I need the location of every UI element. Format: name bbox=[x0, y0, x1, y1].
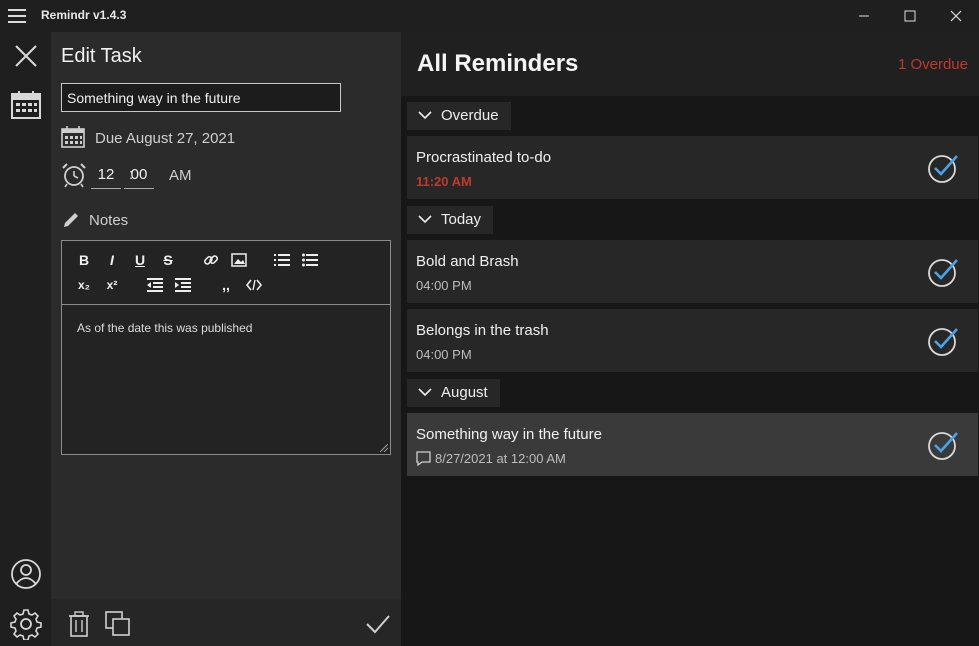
resize-handle-icon[interactable] bbox=[380, 444, 388, 452]
minimize-icon bbox=[859, 15, 869, 17]
notes-header: Notes bbox=[61, 210, 261, 232]
gear-icon bbox=[10, 609, 42, 641]
edit-footer bbox=[51, 599, 401, 646]
chevron-down-icon bbox=[418, 111, 432, 120]
chevron-down-icon bbox=[418, 388, 432, 397]
blockquote-button[interactable]: ,, bbox=[216, 275, 236, 295]
maximize-icon bbox=[904, 10, 916, 22]
notes-label: Notes bbox=[89, 212, 129, 229]
edit-task-heading: Edit Task bbox=[61, 45, 142, 67]
user-icon bbox=[11, 559, 41, 589]
reminder-card[interactable]: Belongs in the trash 04:00 PM bbox=[407, 309, 978, 372]
reminder-time: 8/27/2021 at 12:00 AM bbox=[435, 451, 566, 466]
reminder-time: 04:00 PM bbox=[416, 347, 472, 362]
trash-icon bbox=[69, 611, 89, 637]
close-edit-button[interactable] bbox=[10, 40, 42, 72]
ordered-list-icon bbox=[274, 254, 290, 266]
reminder-card-selected[interactable]: Something way in the future 8/27/2021 at… bbox=[407, 413, 978, 476]
underline-button[interactable]: U bbox=[130, 250, 150, 270]
delete-button[interactable] bbox=[66, 611, 92, 637]
copy-icon bbox=[105, 611, 130, 636]
link-icon bbox=[203, 255, 219, 265]
duplicate-button[interactable] bbox=[105, 611, 131, 637]
account-button[interactable] bbox=[10, 558, 42, 590]
check-circle-icon[interactable] bbox=[927, 152, 959, 184]
calendar-icon bbox=[61, 126, 85, 148]
bullet-list-button[interactable] bbox=[300, 250, 320, 270]
nav-rail bbox=[0, 32, 51, 646]
subscript-button[interactable]: x₂ bbox=[74, 275, 94, 295]
note-icon bbox=[416, 451, 431, 466]
code-block-button[interactable] bbox=[244, 275, 264, 295]
check-circle-icon[interactable] bbox=[927, 325, 959, 357]
list-header: All Reminders 1 Overdue bbox=[401, 32, 979, 96]
ampm-toggle[interactable]: AM bbox=[169, 167, 192, 184]
minute-input[interactable]: 00 bbox=[124, 162, 154, 189]
bold-button[interactable]: B bbox=[74, 250, 94, 270]
group-header-overdue[interactable]: Overdue bbox=[407, 102, 511, 130]
code-icon bbox=[245, 279, 263, 291]
group-label: Today bbox=[441, 211, 482, 228]
save-button[interactable] bbox=[365, 611, 391, 637]
group-header-today[interactable]: Today bbox=[407, 206, 494, 234]
app-title: Remindr v1.4.3 bbox=[41, 8, 127, 22]
formatting-toolbar: B I U S x₂ x² ,, bbox=[62, 241, 390, 305]
link-button[interactable] bbox=[201, 250, 221, 270]
reminder-time: 04:00 PM bbox=[416, 278, 472, 293]
hamburger-icon[interactable] bbox=[8, 9, 26, 23]
indent-button[interactable] bbox=[173, 275, 193, 295]
notes-content[interactable]: As of the date this was published bbox=[77, 321, 252, 335]
notes-editor: B I U S x₂ x² ,, As of the date this was… bbox=[61, 240, 391, 455]
overdue-count: 1 Overdue bbox=[897, 56, 968, 73]
task-name-input[interactable] bbox=[61, 83, 341, 112]
superscript-button[interactable]: x² bbox=[102, 275, 122, 295]
reminder-card[interactable]: Bold and Brash 04:00 PM bbox=[407, 240, 978, 303]
reminder-card[interactable]: Procrastinated to-do 11:20 AM bbox=[407, 136, 978, 199]
checkmark-icon bbox=[366, 615, 390, 634]
strikethrough-button[interactable]: S bbox=[158, 250, 178, 270]
group-header-august[interactable]: August bbox=[407, 379, 500, 407]
reminder-title: Procrastinated to-do bbox=[416, 149, 552, 166]
indent-icon bbox=[175, 278, 191, 292]
alarm-clock-icon bbox=[62, 163, 86, 188]
maximize-button[interactable] bbox=[887, 0, 933, 32]
edit-task-panel: Edit Task Due August 27, 2021 12 : 00 AM… bbox=[51, 32, 401, 646]
minimize-button[interactable] bbox=[841, 0, 887, 32]
reminder-list-panel: All Reminders 1 Overdue Overdue Procrast… bbox=[401, 32, 979, 646]
check-circle-icon[interactable] bbox=[927, 256, 959, 288]
close-icon bbox=[950, 10, 962, 22]
list-title: All Reminders bbox=[417, 50, 579, 77]
image-icon bbox=[231, 253, 247, 267]
calendar-button[interactable] bbox=[10, 89, 42, 121]
close-icon bbox=[15, 45, 37, 67]
group-label: Overdue bbox=[441, 107, 499, 124]
reminder-title: Belongs in the trash bbox=[416, 322, 549, 339]
calendar-icon bbox=[11, 91, 41, 119]
ordered-list-button[interactable] bbox=[272, 250, 292, 270]
close-window-button[interactable] bbox=[933, 0, 979, 32]
pencil-icon bbox=[64, 213, 78, 227]
chevron-down-icon bbox=[418, 215, 432, 224]
outdent-button[interactable] bbox=[145, 275, 165, 295]
outdent-icon bbox=[147, 278, 163, 292]
bullet-list-icon bbox=[302, 253, 318, 267]
reminder-title: Bold and Brash bbox=[416, 253, 519, 270]
due-date-picker[interactable]: Due August 27, 2021 bbox=[61, 126, 381, 150]
time-picker: 12 : 00 AM bbox=[61, 162, 381, 192]
reminder-title: Something way in the future bbox=[416, 426, 602, 443]
image-button[interactable] bbox=[229, 250, 249, 270]
reminder-time: 11:20 AM bbox=[416, 174, 472, 189]
hour-input[interactable]: 12 bbox=[91, 162, 121, 189]
check-circle-icon[interactable] bbox=[927, 429, 959, 461]
settings-button[interactable] bbox=[10, 608, 42, 641]
due-date-label: Due August 27, 2021 bbox=[95, 130, 236, 147]
group-label: August bbox=[441, 384, 488, 401]
italic-button[interactable]: I bbox=[102, 250, 122, 270]
title-bar: Remindr v1.4.3 bbox=[0, 0, 979, 32]
